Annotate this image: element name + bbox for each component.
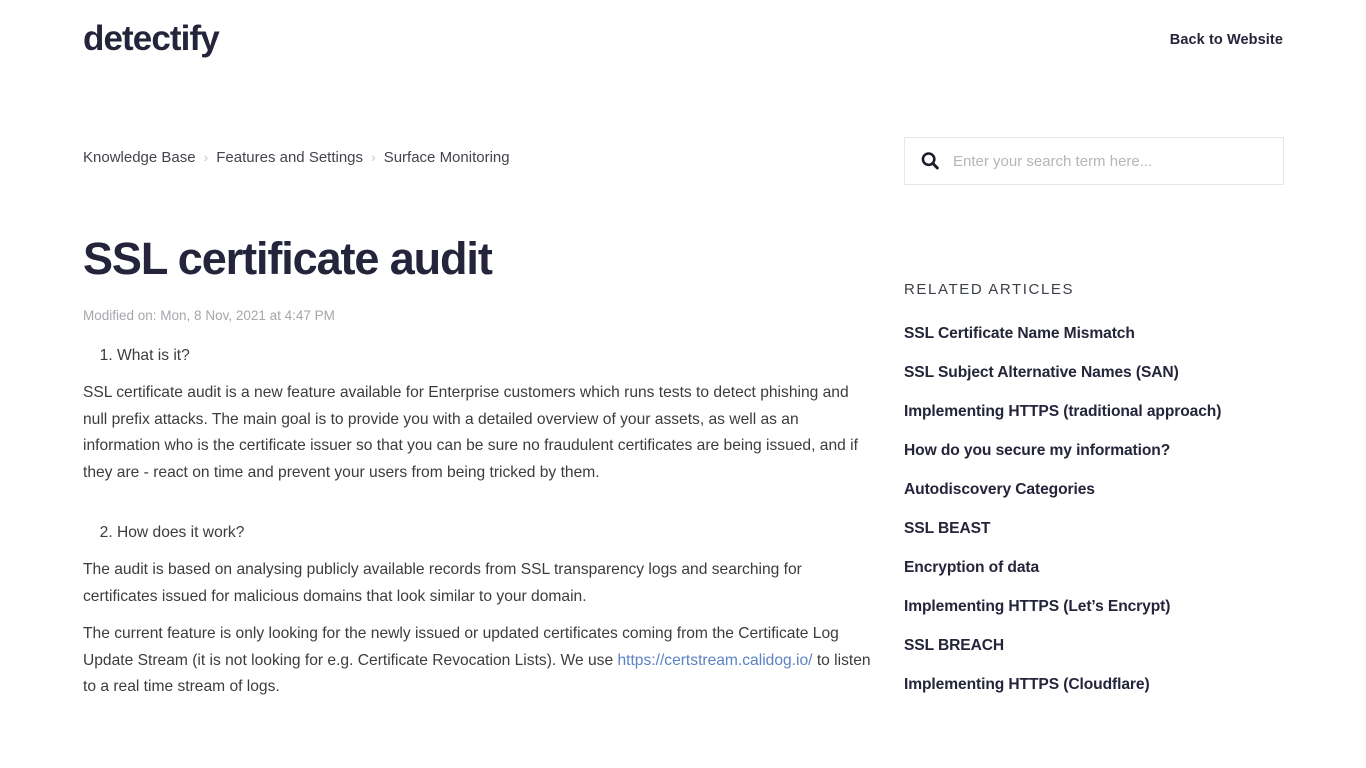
search-icon bbox=[921, 152, 939, 170]
related-article-link[interactable]: SSL BREACH bbox=[904, 636, 1284, 656]
breadcrumb-item-knowledge-base[interactable]: Knowledge Base bbox=[83, 149, 196, 166]
paragraph-how-does-it-work: The audit is based on analysing publicly… bbox=[83, 561, 802, 605]
related-article-link[interactable]: Implementing HTTPS (Cloudflare) bbox=[904, 675, 1284, 695]
back-to-website-link[interactable]: Back to Website bbox=[1170, 32, 1283, 48]
search-box[interactable] bbox=[904, 137, 1284, 185]
breadcrumb: Knowledge Base › Features and Settings › Sur… bbox=[83, 84, 873, 168]
sidebar-column: RELATED ARTICLES SSL Certificate Name Mi… bbox=[904, 84, 1284, 714]
related-article-link[interactable]: SSL BEAST bbox=[904, 519, 1284, 539]
search-input[interactable] bbox=[953, 152, 1269, 170]
related-article-link[interactable]: Implementing HTTPS (Let’s Encrypt) bbox=[904, 597, 1284, 617]
breadcrumb-item-surface-monitoring[interactable]: Surface Monitoring bbox=[384, 149, 510, 166]
article-body: What is it? SSL certificate audit is a n… bbox=[83, 343, 873, 701]
detectify-logo[interactable]: detectify bbox=[83, 17, 220, 61]
list-item-how-does-it-work: How does it work? bbox=[117, 520, 873, 546]
modified-timestamp: Modified on: Mon, 8 Nov, 2021 at 4:47 PM bbox=[83, 308, 335, 323]
related-article-link[interactable]: Implementing HTTPS (traditional approach… bbox=[904, 402, 1284, 422]
related-article-link[interactable]: SSL Certificate Name Mismatch bbox=[904, 324, 1284, 344]
breadcrumb-separator-icon: › bbox=[203, 149, 209, 165]
main-column: Knowledge Base › Features and Settings › Sur… bbox=[83, 84, 873, 701]
paragraph-what-is-it: SSL certificate audit is a new feature a… bbox=[83, 384, 858, 481]
breadcrumb-item-features-and-settings[interactable]: Features and Settings bbox=[216, 149, 363, 166]
ordered-list-section-1: What is it? bbox=[117, 343, 873, 369]
related-article-link[interactable]: Encryption of data bbox=[904, 558, 1284, 578]
certstream-link[interactable]: https://certstream.calidog.io/ bbox=[617, 652, 812, 669]
page-title: SSL certificate audit bbox=[83, 233, 493, 284]
list-item-what-is-it: What is it? bbox=[117, 343, 873, 369]
breadcrumb-separator-icon: › bbox=[371, 149, 376, 165]
related-article-link[interactable]: How do you secure my information? bbox=[904, 441, 1284, 461]
related-articles-list: SSL Certificate Name Mismatch SSL Subjec… bbox=[904, 324, 1284, 695]
related-article-link[interactable]: SSL Subject Alternative Names (SAN) bbox=[904, 363, 1284, 383]
related-article-link[interactable]: Autodiscovery Categories bbox=[904, 480, 1284, 500]
related-articles-heading: RELATED ARTICLES bbox=[904, 281, 1075, 298]
ordered-list-section-2: How does it work? bbox=[117, 520, 873, 546]
paragraph-current-feature: The current feature is only looking for … bbox=[83, 621, 873, 701]
site-header: detectify Back to Website bbox=[0, 0, 1366, 84]
